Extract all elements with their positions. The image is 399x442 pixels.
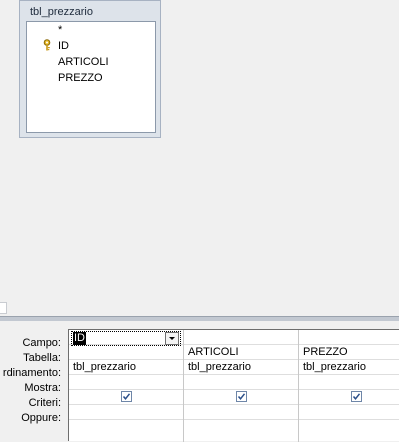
key-icon — [42, 39, 52, 51]
row-label-ordinamento: rdinamento: — [2, 367, 61, 379]
checkmark-icon — [237, 393, 246, 400]
horizontal-scrollbar[interactable] — [0, 302, 7, 314]
campo-dropdown-button[interactable] — [165, 332, 179, 345]
field-list-title[interactable]: tbl_prezzario — [30, 6, 93, 18]
campo-cell-2[interactable]: ARTICOLI — [188, 345, 239, 359]
field-item-id[interactable]: ID — [58, 39, 69, 53]
row-divider — [69, 374, 399, 375]
mostra-checkbox-1[interactable] — [121, 391, 132, 402]
row-divider — [69, 419, 399, 420]
design-grid-area: Campo: Tabella: rdinamento: Mostra: Crit… — [0, 321, 399, 442]
row-label-campo: Campo: — [22, 337, 61, 349]
table-field-list[interactable]: tbl_prezzario * ID ARTICOLI PREZZO — [19, 0, 161, 138]
mostra-checkbox-3[interactable] — [351, 391, 362, 402]
tabella-cell-3[interactable]: tbl_prezzario — [303, 360, 366, 374]
column-divider[interactable] — [298, 330, 299, 442]
row-label-tabella: Tabella: — [23, 352, 61, 364]
row-label-criteri: Criteri: — [28, 397, 61, 409]
row-label-oppure: Oppure: — [21, 412, 61, 424]
chevron-down-icon — [169, 337, 175, 340]
row-label-mostra: Mostra: — [24, 382, 61, 394]
checkmark-icon — [122, 393, 131, 400]
row-divider — [69, 389, 399, 390]
campo-cell-3[interactable]: PREZZO — [303, 345, 348, 359]
column-divider[interactable] — [183, 330, 184, 442]
field-item-articoli[interactable]: ARTICOLI — [58, 55, 109, 69]
field-item-prezzo[interactable]: PREZZO — [58, 71, 103, 85]
checkmark-icon — [352, 393, 361, 400]
mostra-checkbox-2[interactable] — [236, 391, 247, 402]
query-design-grid[interactable]: ID tbl_prezzario ARTICOLI tbl_prezzario … — [68, 329, 399, 442]
query-table-area[interactable]: tbl_prezzario * ID ARTICOLI PREZZO — [0, 0, 399, 314]
tabella-cell-1[interactable]: tbl_prezzario — [73, 360, 136, 374]
campo-cell-1[interactable]: ID — [73, 332, 86, 345]
tabella-cell-2[interactable]: tbl_prezzario — [188, 360, 251, 374]
row-divider — [69, 404, 399, 405]
field-list-body[interactable]: * ID ARTICOLI PREZZO — [26, 21, 156, 133]
field-item-asterisk[interactable]: * — [58, 23, 62, 37]
